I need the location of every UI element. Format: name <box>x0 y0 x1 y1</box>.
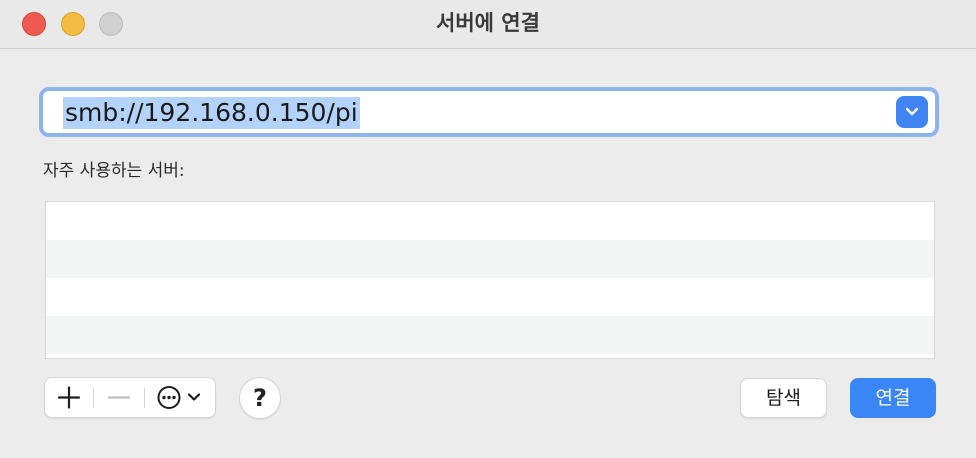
favorite-servers-label: 자주 사용하는 서버: <box>43 161 185 181</box>
server-address-field[interactable]: smb://192.168.0.150/pi <box>39 87 939 137</box>
remove-server-button[interactable] <box>94 378 144 417</box>
plus-icon <box>57 386 81 409</box>
favorites-edit-control <box>44 377 216 418</box>
list-row <box>46 316 934 354</box>
add-server-button[interactable] <box>45 378 93 417</box>
list-row <box>46 240 934 278</box>
connect-button[interactable]: 연결 <box>850 378 936 418</box>
help-button[interactable]: ? <box>239 377 281 419</box>
more-actions-button[interactable] <box>145 378 215 417</box>
list-row <box>46 202 934 240</box>
browse-button[interactable]: 탐색 <box>740 378 827 418</box>
minus-icon <box>107 396 131 399</box>
recent-servers-dropdown-button[interactable] <box>896 96 928 128</box>
list-row <box>46 278 934 316</box>
chevron-down-icon <box>905 107 919 116</box>
window-title: 서버에 연결 <box>436 11 540 35</box>
connect-to-server-window: 서버에 연결 smb://192.168.0.150/pi 자주 사용하는 서버… <box>0 0 976 458</box>
ellipsis-circle-icon <box>157 386 201 409</box>
server-address-input[interactable]: smb://192.168.0.150/pi <box>63 97 360 129</box>
favorite-servers-list[interactable] <box>45 201 935 359</box>
title-bar: 서버에 연결 <box>0 0 976 49</box>
